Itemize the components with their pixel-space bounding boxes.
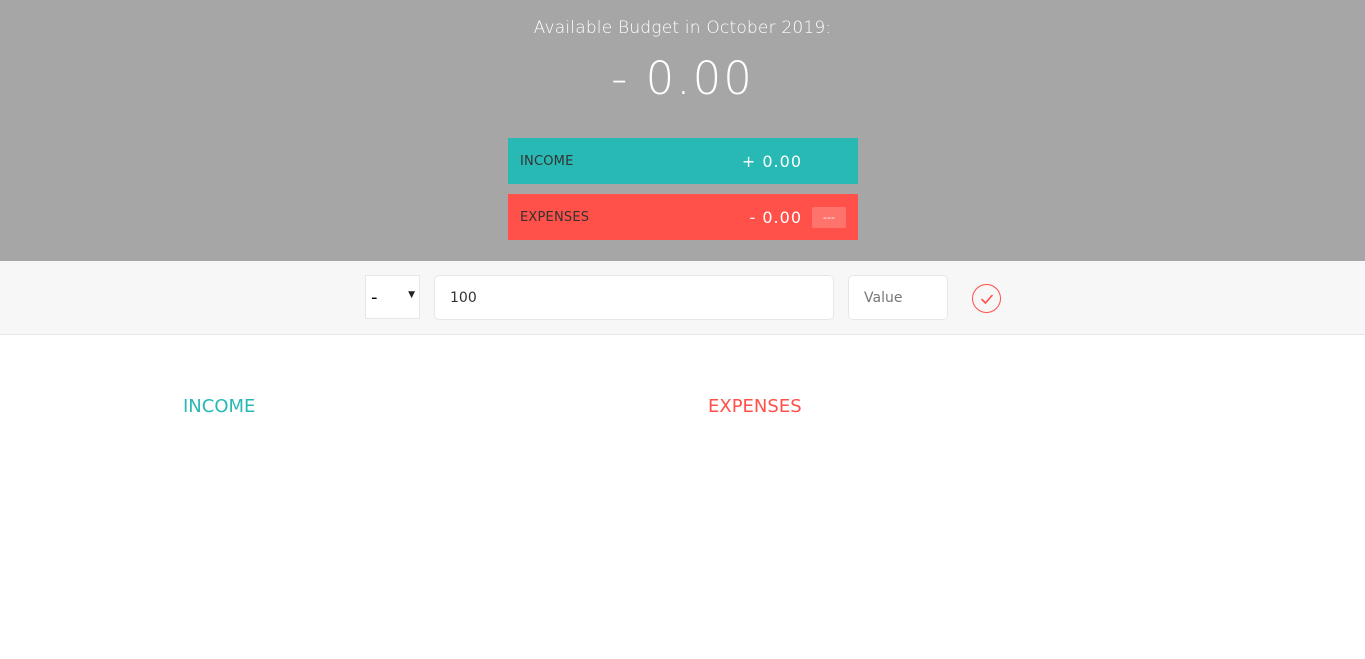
add-entry-bar: - ▼ [0, 261, 1365, 335]
expenses-summary-label: EXPENSES [520, 209, 590, 225]
budget-title: Available Budget in October 2019: [533, 18, 832, 38]
expenses-summary-value: - 0.00 [749, 207, 802, 227]
income-summary-value: + 0.00 [741, 151, 802, 171]
income-summary: INCOME + 0.00 [508, 138, 858, 184]
budget-value: - 0.00 [611, 52, 754, 105]
expenses-summary: EXPENSES - 0.00 --- [508, 194, 858, 240]
budget-header: Available Budget in October 2019: - 0.00… [0, 0, 1365, 261]
expenses-percentage-badge: --- [812, 206, 846, 228]
value-input[interactable] [848, 275, 948, 320]
caret-down-icon: ▼ [408, 290, 415, 300]
type-select-value: - [371, 286, 378, 308]
type-select[interactable]: - ▼ [365, 275, 420, 319]
expenses-list-title: EXPENSES [708, 396, 802, 417]
checkmark-circle-icon [980, 294, 993, 304]
income-summary-label: INCOME [520, 153, 574, 169]
add-entry-button[interactable] [972, 284, 1001, 313]
income-list-title: INCOME [183, 396, 256, 417]
description-input[interactable] [434, 275, 834, 320]
